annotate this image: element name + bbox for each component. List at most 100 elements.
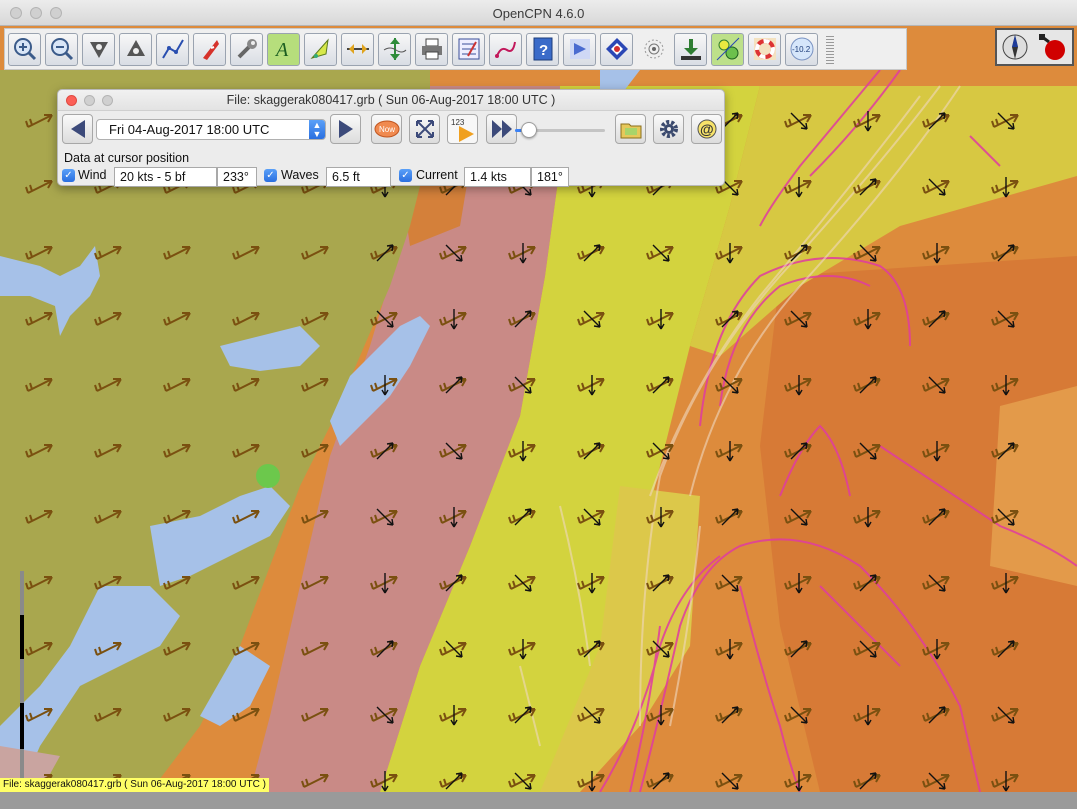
at-sign-icon: @ xyxy=(697,119,716,139)
route-manager-button[interactable] xyxy=(452,32,485,66)
ais-button[interactable] xyxy=(563,32,596,66)
grib-button[interactable] xyxy=(711,32,744,66)
numbers-play-icon: 123 xyxy=(451,118,474,142)
text-button[interactable]: A xyxy=(267,32,300,66)
grib-settings-button[interactable] xyxy=(653,114,684,144)
zoom-out-icon xyxy=(50,38,73,61)
grib-title-bar: File: skaggerak080417.grb ( Sun 06-Aug-2… xyxy=(58,90,724,111)
svg-text:@: @ xyxy=(700,121,714,137)
wind-checkbox[interactable]: ✓ xyxy=(62,169,75,182)
main-toolbar: A ? -10.2 xyxy=(4,28,907,70)
gps-status-icon xyxy=(1039,34,1066,60)
tide-gauge-value: -10.2 xyxy=(792,45,811,54)
waves-height-field: 6.5 ft xyxy=(326,167,391,187)
help-button[interactable]: ? xyxy=(526,32,559,66)
sound-icon xyxy=(644,39,663,59)
request-button[interactable]: @ xyxy=(691,114,722,144)
expand-arrows-icon xyxy=(415,120,434,138)
settings-button[interactable] xyxy=(230,32,263,66)
track-icon xyxy=(494,41,516,58)
sound-button[interactable] xyxy=(637,33,670,66)
ship-icon xyxy=(202,40,219,60)
lifebuoy-icon xyxy=(753,38,776,60)
current-speed-field: 1.4 kts xyxy=(464,167,531,187)
scale-bar-segment xyxy=(20,615,24,659)
scale-bar xyxy=(20,571,24,792)
folder-icon xyxy=(620,123,641,139)
chevron-updown-icon: ▲ ▼ xyxy=(309,120,325,139)
now-button[interactable]: Now xyxy=(371,114,402,144)
bottom-bar xyxy=(0,792,1077,809)
zoom-in-button[interactable] xyxy=(8,32,41,66)
mob-icon xyxy=(605,38,628,60)
mob-button[interactable] xyxy=(600,32,633,66)
now-icon: Now xyxy=(374,120,399,138)
toolbar-grip[interactable] xyxy=(826,34,834,64)
wind-speed-field: 20 kts - 5 bf xyxy=(114,167,217,187)
zoom-out-button[interactable] xyxy=(45,32,78,66)
download-icon xyxy=(680,39,701,60)
svg-text:?: ? xyxy=(539,42,548,59)
track-button[interactable] xyxy=(489,32,522,66)
route-button[interactable] xyxy=(156,32,189,66)
triangle-left-icon xyxy=(70,120,85,138)
time-select-value: Fri 04-Aug-2017 18:00 UTC xyxy=(109,122,270,137)
triangle-right-icon xyxy=(338,120,353,138)
time-slider-thumb[interactable] xyxy=(520,122,537,138)
svg-text:A: A xyxy=(274,39,289,61)
current-checkbox[interactable]: ✓ xyxy=(399,169,412,182)
play-button[interactable] xyxy=(486,114,517,144)
interpolate-button[interactable]: 123 xyxy=(447,114,478,144)
status-bar-text: File: skaggerak080417.grb ( Sun 06-Aug-2… xyxy=(0,778,269,792)
app-title: OpenCPN 4.6.0 xyxy=(492,6,585,21)
cursor-data-label: Data at cursor position xyxy=(64,151,190,165)
depth-button[interactable] xyxy=(378,32,411,66)
depth-icon xyxy=(383,38,406,60)
text-icon: A xyxy=(274,39,289,61)
next-time-button[interactable] xyxy=(330,114,361,144)
buoy-button[interactable] xyxy=(748,32,781,66)
grib-dialog: File: skaggerak080417.grb ( Sun 06-Aug-2… xyxy=(57,89,725,187)
scale-out-icon xyxy=(126,40,145,56)
open-file-button[interactable] xyxy=(615,114,646,144)
current-label: Current xyxy=(416,168,458,182)
title-bar: OpenCPN 4.6.0 xyxy=(0,0,1077,26)
checklist-icon xyxy=(458,38,479,60)
compass-widget[interactable] xyxy=(995,28,1074,66)
tide-gauge-icon: -10.2 xyxy=(790,37,813,61)
auto-follow-button[interactable] xyxy=(193,32,226,66)
tide-button[interactable] xyxy=(341,32,374,66)
now-label: Now xyxy=(379,125,395,134)
scale-in-icon xyxy=(89,42,108,58)
tide-icon xyxy=(346,44,369,54)
zoom-to-grib-button[interactable] xyxy=(409,114,440,144)
scale-bar-segment xyxy=(20,703,24,749)
previous-time-button[interactable] xyxy=(62,114,93,144)
print-button[interactable] xyxy=(415,32,448,66)
scale-in-button[interactable] xyxy=(82,32,115,66)
download-button[interactable] xyxy=(674,32,707,66)
scale-out-button[interactable] xyxy=(119,32,152,66)
grib-title: File: skaggerak080417.grb ( Sun 06-Aug-2… xyxy=(226,93,556,107)
printer-icon xyxy=(421,38,442,60)
help-icon: ? xyxy=(533,37,552,61)
gear-icon xyxy=(659,120,678,138)
current-button[interactable] xyxy=(304,32,337,66)
opencpn-window: OpenCPN 4.6.0 A ? -10.2 File: skaggerak0… xyxy=(0,0,1077,809)
waves-label: Waves xyxy=(281,168,319,182)
current-direction-field: 181° xyxy=(531,167,569,187)
zoom-in-icon xyxy=(13,38,36,61)
grib-icon xyxy=(716,37,739,61)
fast-forward-icon xyxy=(491,120,512,138)
waves-checkbox[interactable]: ✓ xyxy=(264,169,277,182)
compass-icon xyxy=(1002,34,1028,60)
wind-direction-field: 233° xyxy=(217,167,257,187)
ais-icon xyxy=(569,39,590,59)
wrench-icon xyxy=(237,39,257,59)
numbers-label: 123 xyxy=(451,118,465,127)
current-icon xyxy=(309,38,329,59)
wind-label: Wind xyxy=(78,168,107,182)
tide-gauge-button[interactable]: -10.2 xyxy=(785,32,818,66)
route-icon xyxy=(161,39,184,59)
time-select[interactable]: Fri 04-Aug-2017 18:00 UTC ▲ ▼ xyxy=(96,119,326,140)
